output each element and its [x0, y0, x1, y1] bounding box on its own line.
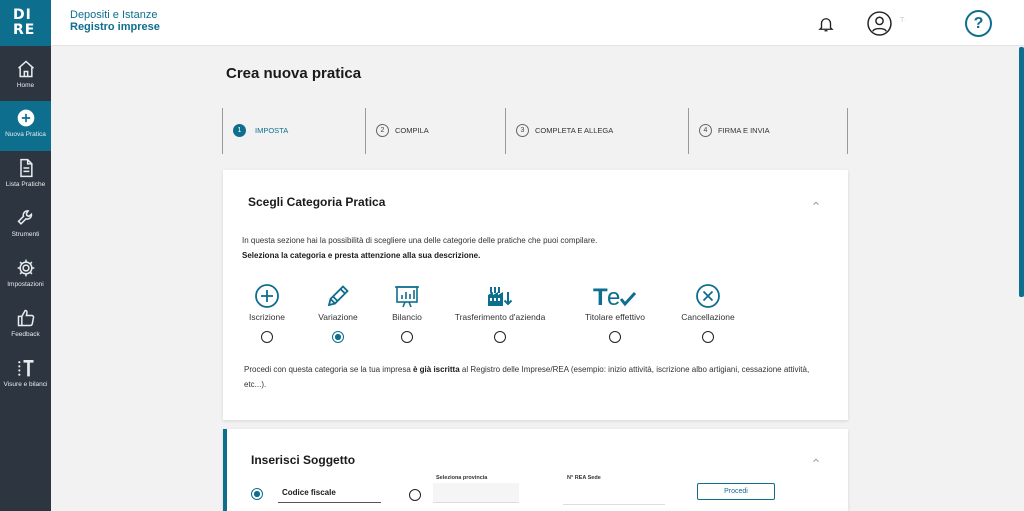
sidebar-item-strumenti[interactable]: Strumenti — [0, 201, 51, 251]
chart-board-icon — [395, 286, 419, 308]
gear-icon — [17, 259, 34, 277]
step-label: IMPOSTA — [255, 126, 289, 135]
soggetto-title: Inserisci Soggetto — [251, 453, 356, 467]
top-header: Depositi e Istanze Registro imprese T· ? — [51, 0, 1024, 46]
plus-circle-icon — [255, 284, 279, 308]
category-trasferimento-azienda[interactable]: Trasferimento d'azienda — [445, 282, 555, 343]
rea-label: N° REA Sede — [567, 475, 601, 481]
step-compila[interactable]: 2 COMPILA — [366, 108, 506, 154]
procedi-button[interactable]: Procedi — [697, 483, 775, 500]
rea-input[interactable] — [563, 485, 665, 505]
scrollbar[interactable] — [1019, 47, 1024, 297]
stepper: 1 IMPOSTA 2 COMPILA 3 COMPLETA E ALLEGA … — [222, 108, 848, 154]
sidebar-item-lista-pratiche[interactable]: Lista Pratiche — [0, 151, 51, 201]
sidebar-item-home[interactable]: Home — [0, 52, 51, 102]
svg-text:e: e — [607, 284, 620, 310]
logo-line-2: RE — [13, 22, 36, 38]
codice-fiscale-field[interactable]: Codice fiscale — [278, 483, 381, 503]
desc-text: Procedi con questa categoria se la tua i… — [244, 365, 413, 374]
step-label: COMPILA — [395, 126, 429, 135]
step-number: 4 — [699, 124, 712, 137]
bell-icon[interactable] — [817, 15, 835, 33]
user-avatar-icon[interactable] — [867, 11, 892, 36]
category-radio[interactable] — [609, 331, 621, 343]
step-number: 2 — [376, 124, 389, 137]
sidebar-item-label: Lista Pratiche — [5, 181, 46, 188]
app-title: Registro imprese — [70, 21, 160, 33]
chevron-up-icon[interactable] — [812, 456, 820, 464]
home-icon — [17, 60, 34, 78]
x-circle-icon — [696, 284, 720, 308]
sidebar-item-label: Impostazioni — [7, 281, 44, 288]
category-cancellazione[interactable]: Cancellazione — [653, 282, 763, 343]
rea-radio[interactable] — [409, 489, 421, 501]
step-number: 1 — [233, 124, 246, 137]
step-label: FIRMA E INVIA — [718, 126, 770, 135]
wrench-icon — [16, 210, 32, 225]
help-button[interactable]: ? — [965, 10, 992, 37]
sidebar-item-label: Nuova Pratica — [5, 131, 46, 138]
step-number: 3 — [516, 124, 529, 137]
sidebar-item-label: Feedback — [11, 331, 40, 338]
factory-transfer-icon — [488, 287, 513, 306]
logo-line-1: DI — [13, 7, 32, 23]
desc-bold: è già iscritta — [412, 365, 460, 374]
sidebar-item-label: Strumenti — [11, 231, 40, 238]
step-imposta[interactable]: 1 IMPOSTA — [223, 108, 366, 154]
svg-text:T: T — [593, 284, 608, 310]
category-label: Cancellazione — [681, 312, 735, 322]
category-label: Trasferimento d'azienda — [454, 312, 546, 322]
soggetto-card: Inserisci Soggetto Codice fiscale Selezi… — [223, 429, 848, 511]
categoria-title: Scegli Categoria Pratica — [248, 195, 386, 209]
categoria-intro: In questa sezione hai la possibilità di … — [242, 236, 598, 245]
app-logo[interactable]: DI RE — [0, 0, 51, 46]
sidebar-item-impostazioni[interactable]: Impostazioni — [0, 251, 51, 301]
document-icon — [19, 158, 33, 178]
categoria-intro-bold: Seleziona la categoria e presta attenzio… — [242, 251, 481, 260]
codice-fiscale-radio[interactable] — [251, 488, 263, 500]
category-radio[interactable] — [401, 331, 413, 343]
plus-circle-icon — [17, 109, 34, 127]
user-name[interactable]: T· — [900, 17, 907, 24]
step-firma-invia[interactable]: 4 FIRMA E INVIA — [689, 108, 848, 154]
category-radio[interactable] — [702, 331, 714, 343]
category-radio[interactable] — [261, 331, 273, 343]
categoria-card: Scegli Categoria Pratica In questa sezio… — [223, 170, 848, 420]
sidebar-item-label: Home — [16, 82, 35, 89]
step-completa-allega[interactable]: 3 COMPLETA E ALLEGA — [506, 108, 689, 154]
app-subtitle: Depositi e Istanze — [70, 9, 158, 21]
te-check-icon: Te — [593, 284, 637, 310]
sidebar: DI RE Home Nuova Pratica Lista Pratiche … — [0, 0, 51, 511]
sidebar-item-visure-bilanci[interactable]: Visure e bilanci — [0, 351, 51, 401]
visure-icon — [17, 360, 33, 377]
category-radio[interactable] — [332, 331, 344, 343]
sidebar-item-label: Visure e bilanci — [3, 381, 48, 388]
provincia-label: Seleziona provincia — [436, 475, 488, 481]
page-title: Crea nuova pratica — [226, 65, 362, 82]
category-description: Procedi con questa categoria se la tua i… — [244, 362, 819, 392]
sidebar-item-feedback[interactable]: Feedback — [0, 301, 51, 351]
provincia-select[interactable] — [433, 483, 519, 503]
step-label: COMPLETA E ALLEGA — [535, 126, 614, 135]
chevron-up-icon[interactable] — [812, 199, 820, 207]
pencil-icon — [327, 285, 349, 307]
thumbs-up-icon — [17, 309, 34, 327]
category-radio[interactable] — [494, 331, 506, 343]
sidebar-item-nuova-pratica[interactable]: Nuova Pratica — [0, 101, 51, 151]
